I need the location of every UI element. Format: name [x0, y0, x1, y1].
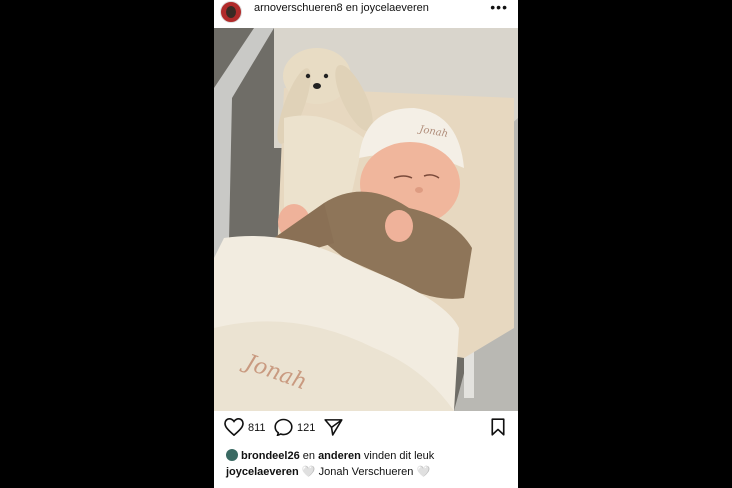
- heart-icon: [224, 417, 244, 437]
- liker-username-link[interactable]: brondeel26: [241, 450, 300, 462]
- more-options-icon[interactable]: •••: [490, 0, 508, 15]
- instagram-post: arnoverschueren8 en joycelaeveren ••• Jo…: [214, 0, 518, 488]
- caption-username-link[interactable]: joycelaeveren: [226, 466, 299, 478]
- like-button[interactable]: [224, 417, 244, 441]
- save-button[interactable]: [490, 418, 506, 441]
- post-photo[interactable]: Jonah Jonah: [214, 28, 518, 411]
- comment-button[interactable]: [274, 418, 293, 441]
- post-header: arnoverschueren8 en joycelaeveren •••: [214, 0, 518, 28]
- likes-summary: brondeel26 en anderen vinden dit leuk: [226, 449, 434, 462]
- post-caption: joycelaeveren 🤍 Jonah Verschueren 🤍: [226, 465, 430, 478]
- post-authors: arnoverschueren8 en joycelaeveren: [254, 2, 429, 14]
- comment-count: 121: [297, 422, 316, 434]
- caption-text: Jonah Verschueren: [318, 466, 414, 478]
- bookmark-icon: [491, 418, 505, 436]
- baby-photo-illustration: Jonah Jonah: [214, 28, 518, 411]
- authors-connector: en: [345, 2, 358, 14]
- paper-plane-icon: [324, 419, 343, 436]
- likes-suffix: vinden dit leuk: [363, 450, 435, 462]
- white-heart-icon: 🤍: [416, 466, 431, 478]
- author-avatar[interactable]: [220, 1, 242, 23]
- like-count: 811: [248, 422, 266, 434]
- author-1-link[interactable]: arnoverschueren8: [254, 2, 343, 14]
- comment-bubble-icon: [274, 418, 293, 437]
- liker-avatar[interactable]: [226, 449, 238, 461]
- others-link[interactable]: anderen: [318, 450, 361, 462]
- white-heart-icon: 🤍: [301, 466, 316, 478]
- post-actions-bar: 811 121: [214, 416, 518, 442]
- author-2-link[interactable]: joycelaeveren: [361, 2, 429, 14]
- likes-connector: en: [302, 450, 315, 462]
- share-button[interactable]: [324, 418, 343, 441]
